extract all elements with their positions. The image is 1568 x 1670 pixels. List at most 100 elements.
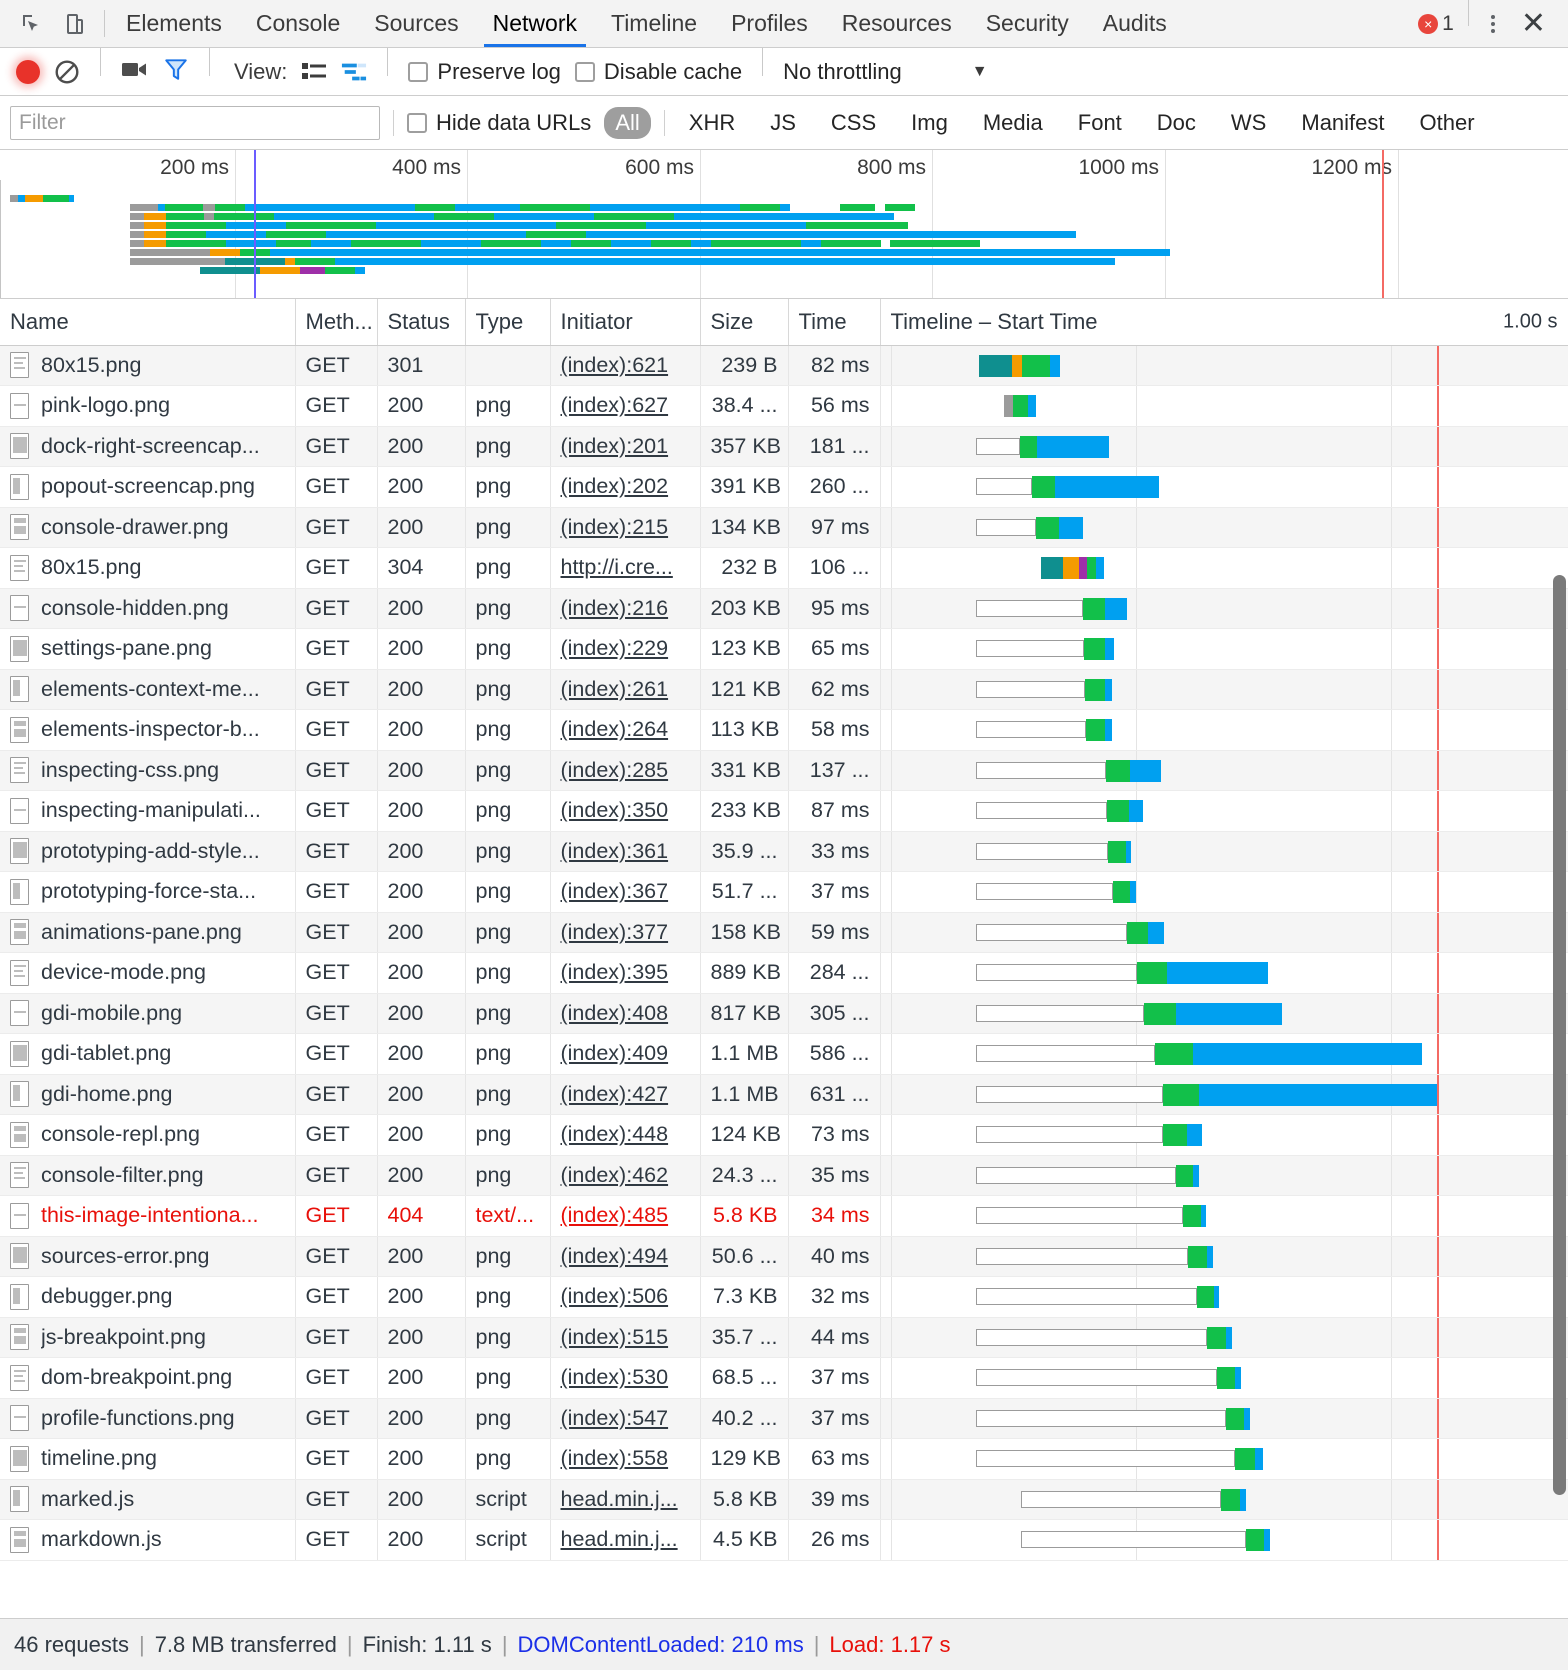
hide-data-urls-checkbox[interactable]: Hide data URLs (407, 110, 591, 136)
table-row[interactable]: timeline.png GET 200 png (index):558 129 KB 63… (0, 1438, 1568, 1480)
table-row[interactable]: pink-logo.png GET 200 png (index):627 38.4 ..… (0, 385, 1568, 427)
tab-console[interactable]: Console (239, 0, 357, 47)
table-row[interactable]: console-filter.png GET 200 png (index):462 24… (0, 1155, 1568, 1196)
initiator-link[interactable]: (index):515 (561, 1325, 669, 1349)
table-row[interactable]: console-drawer.png GET 200 png (index):215 13… (0, 507, 1568, 548)
initiator-link[interactable]: (index):547 (561, 1406, 669, 1430)
filter-type-img[interactable]: Img (900, 107, 959, 139)
filter-input[interactable] (10, 105, 380, 140)
column-header-size[interactable]: Size (700, 299, 789, 346)
close-icon[interactable]: ✕ (1515, 8, 1552, 39)
initiator-link[interactable]: (index):367 (561, 879, 669, 903)
column-header-name[interactable]: Name (0, 299, 296, 346)
table-row[interactable]: gdi-mobile.png GET 200 png (index):408 817 KB… (0, 993, 1568, 1034)
capture-screenshots-icon[interactable] (121, 58, 149, 85)
table-row[interactable]: gdi-home.png GET 200 png (index):427 1.1 MB 63… (0, 1074, 1568, 1115)
initiator-link[interactable]: (index):216 (561, 596, 669, 620)
table-row[interactable]: profile-functions.png GET 200 png (index):54… (0, 1398, 1568, 1439)
initiator-link[interactable]: (index):621 (561, 353, 669, 377)
initiator-link[interactable]: (index):409 (561, 1041, 669, 1065)
table-row[interactable]: popout-screencap.png GET 200 png (index):202… (0, 466, 1568, 508)
initiator-link[interactable]: (index):530 (561, 1365, 669, 1389)
initiator-link[interactable]: (index):558 (561, 1446, 669, 1470)
initiator-link[interactable]: (index):202 (561, 474, 669, 498)
filter-type-media[interactable]: Media (972, 107, 1054, 139)
initiator-link[interactable]: (index):485 (561, 1203, 669, 1227)
inspect-element-icon[interactable] (18, 11, 44, 37)
table-row[interactable]: 80x15.png GET 301 (index):621 239 B 82 ms (0, 345, 1568, 386)
table-row[interactable]: device-mode.png GET 200 png (index):395 889 K… (0, 952, 1568, 994)
table-row[interactable]: dock-right-screencap... GET 200 png (index):… (0, 426, 1568, 467)
clear-button[interactable] (54, 59, 80, 85)
tab-audits[interactable]: Audits (1086, 0, 1184, 47)
filter-type-ws[interactable]: WS (1220, 107, 1277, 139)
error-count-badge[interactable]: × 1 (1418, 12, 1454, 36)
initiator-link[interactable]: (index):215 (561, 515, 669, 539)
filter-type-manifest[interactable]: Manifest (1290, 107, 1395, 139)
tab-network[interactable]: Network (476, 0, 594, 47)
table-row[interactable]: 80x15.png GET 304 png http://i.cre... 232 B 10… (0, 547, 1568, 589)
filter-type-doc[interactable]: Doc (1146, 107, 1207, 139)
table-row[interactable]: markdown.js GET 200 script head.min.j... 4.5 … (0, 1519, 1568, 1561)
tab-sources[interactable]: Sources (357, 0, 475, 47)
initiator-link[interactable]: (index):264 (561, 717, 669, 741)
filter-type-xhr[interactable]: XHR (678, 107, 746, 139)
tab-timeline[interactable]: Timeline (594, 0, 714, 47)
table-row[interactable]: marked.js GET 200 script head.min.j... 5.8 KB… (0, 1479, 1568, 1520)
initiator-link[interactable]: (index):361 (561, 839, 669, 863)
table-row[interactable]: sources-error.png GET 200 png (index):494 50.… (0, 1236, 1568, 1277)
filter-type-font[interactable]: Font (1067, 107, 1133, 139)
filter-type-other[interactable]: Other (1409, 107, 1486, 139)
initiator-link[interactable]: (index):350 (561, 798, 669, 822)
initiator-link[interactable]: (index):395 (561, 960, 669, 984)
table-row[interactable]: js-breakpoint.png GET 200 png (index):515 35.… (0, 1317, 1568, 1358)
initiator-link[interactable]: (index):627 (561, 393, 669, 417)
table-row[interactable]: elements-context-me... GET 200 png (index):2… (0, 669, 1568, 710)
initiator-link[interactable]: (index):285 (561, 758, 669, 782)
column-header-status[interactable]: Status (377, 299, 466, 346)
initiator-link[interactable]: (index):201 (561, 434, 669, 458)
column-header-timeline[interactable]: Timeline – Start Time 1.00 s (880, 299, 1568, 346)
initiator-link[interactable]: http://i.cre... (561, 555, 673, 579)
view-list-icon[interactable] (301, 59, 327, 85)
table-row[interactable]: inspecting-manipulati... GET 200 png (index)… (0, 790, 1568, 832)
initiator-link[interactable]: (index):427 (561, 1082, 669, 1106)
initiator-link[interactable]: head.min.j... (561, 1487, 678, 1511)
more-options-icon[interactable] (1483, 11, 1503, 37)
filter-type-css[interactable]: CSS (820, 107, 887, 139)
tab-resources[interactable]: Resources (825, 0, 969, 47)
initiator-link[interactable]: (index):506 (561, 1284, 669, 1308)
tab-security[interactable]: Security (969, 0, 1086, 47)
initiator-link[interactable]: (index):494 (561, 1244, 669, 1268)
disable-cache-checkbox[interactable]: Disable cache (574, 59, 742, 85)
table-row[interactable]: console-repl.png GET 200 png (index):448 124 … (0, 1114, 1568, 1156)
initiator-link[interactable]: (index):261 (561, 677, 669, 701)
device-toolbar-icon[interactable] (62, 11, 88, 37)
initiator-link[interactable]: (index):408 (561, 1001, 669, 1025)
table-row[interactable]: animations-pane.png GET 200 png (index):377 1… (0, 912, 1568, 953)
preserve-log-checkbox[interactable]: Preserve log (408, 59, 561, 85)
filter-type-all[interactable]: All (604, 106, 651, 139)
view-waterfall-icon[interactable] (341, 59, 367, 85)
initiator-link[interactable]: (index):377 (561, 920, 669, 944)
column-header-time[interactable]: Time (788, 299, 881, 346)
column-header-type[interactable]: Type (465, 299, 551, 346)
tab-elements[interactable]: Elements (109, 0, 239, 47)
table-row[interactable]: prototyping-force-sta... GET 200 png (index)… (0, 871, 1568, 913)
table-row[interactable]: settings-pane.png GET 200 png (index):229 123… (0, 628, 1568, 670)
table-row[interactable]: inspecting-css.png GET 200 png (index):285 33… (0, 750, 1568, 791)
column-header-initiator[interactable]: Initiator (550, 299, 701, 346)
network-overview-timeline[interactable]: 200 ms 400 ms 600 ms 800 ms 1000 ms 1200 ms (0, 150, 1568, 299)
table-row[interactable]: debugger.png GET 200 png (index):506 7.3 KB 32… (0, 1276, 1568, 1318)
initiator-link[interactable]: (index):229 (561, 636, 669, 660)
filter-funnel-icon[interactable] (163, 56, 189, 87)
vertical-scrollbar[interactable] (1553, 575, 1566, 1495)
initiator-link[interactable]: head.min.j... (561, 1527, 678, 1551)
table-row[interactable]: this-image-intentiona... GET 404 text/... (i… (0, 1195, 1568, 1237)
table-row[interactable]: elements-inspector-b... GET 200 png (index):… (0, 709, 1568, 751)
table-row[interactable]: dom-breakpoint.png GET 200 png (index):530 68… (0, 1357, 1568, 1399)
initiator-link[interactable]: (index):448 (561, 1122, 669, 1146)
filter-type-js[interactable]: JS (759, 107, 807, 139)
column-header-method[interactable]: Meth... (295, 299, 378, 346)
tab-profiles[interactable]: Profiles (714, 0, 825, 47)
